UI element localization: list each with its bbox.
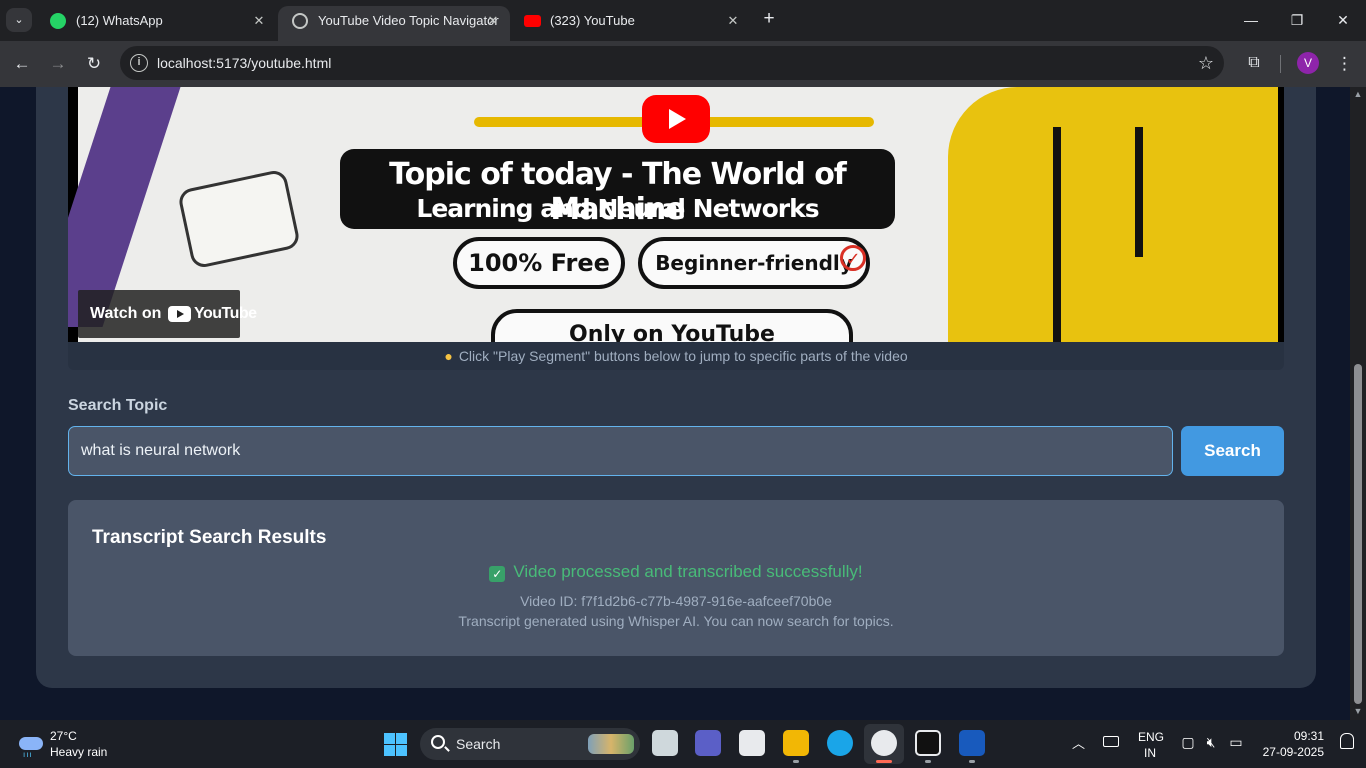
lightbulb-icon: ●: [444, 348, 453, 364]
profile-avatar[interactable]: V: [1297, 52, 1319, 74]
youtube-logo-icon: [168, 306, 191, 322]
results-title: Transcript Search Results: [92, 527, 327, 548]
toolbar-divider: [1280, 55, 1281, 73]
address-url[interactable]: localhost:5173/youtube.html: [157, 46, 331, 80]
close-tab-icon[interactable]: ✕: [484, 6, 502, 35]
back-button[interactable]: ←: [10, 52, 34, 76]
weather-rain-icon[interactable]: ııı: [17, 731, 45, 759]
display-icon[interactable]: ▢: [1180, 734, 1196, 750]
browser-tab-strip: ⌄ (12) WhatsApp ✕ YouTube Video Topic Na…: [0, 0, 1366, 41]
close-tab-icon[interactable]: ✕: [724, 6, 742, 35]
search-highlight-image: [588, 734, 634, 754]
browser-menu-icon[interactable]: ⋮: [1336, 52, 1353, 76]
taskbar-search-box[interactable]: Search: [420, 728, 640, 760]
weather-temperature[interactable]: 27°C: [50, 729, 77, 743]
close-window-button[interactable]: ✕: [1320, 0, 1366, 40]
teams-icon[interactable]: [695, 730, 721, 756]
success-check-icon: ✓: [489, 566, 506, 582]
transcript-results-panel: Transcript Search Results ✓ Video process…: [68, 500, 1284, 656]
tab-youtube[interactable]: (323) YouTube ✕: [510, 6, 750, 41]
clock-time[interactable]: 09:31: [1266, 729, 1324, 743]
tab-youtube-navigator[interactable]: YouTube Video Topic Navigator ✕: [278, 6, 510, 41]
tab-whatsapp[interactable]: (12) WhatsApp ✕: [36, 6, 276, 41]
minimize-window-button[interactable]: —: [1228, 0, 1274, 40]
windows-taskbar: ııı 27°C Heavy rain Search ︿ ENG IN ▢ 🔇︎…: [0, 720, 1366, 768]
search-topic-input[interactable]: what is neural network: [68, 426, 1173, 476]
edge-icon[interactable]: [827, 730, 853, 756]
page-viewport: Topic of today - The World of Machine Le…: [0, 87, 1350, 720]
volume-muted-icon[interactable]: 🔇︎: [1203, 734, 1219, 750]
weather-description[interactable]: Heavy rain: [50, 745, 107, 759]
tab-title: (12) WhatsApp: [76, 13, 163, 28]
tab-title: (323) YouTube: [550, 13, 635, 28]
battery-icon[interactable]: ▭: [1228, 734, 1244, 750]
search-icon: [431, 735, 445, 749]
close-tab-icon[interactable]: ✕: [250, 6, 268, 35]
taskbar-search-label: Search: [456, 736, 501, 752]
play-icon: [669, 109, 686, 129]
extensions-icon[interactable]: ⧉: [1243, 52, 1265, 74]
terminal-app-icon[interactable]: [915, 730, 941, 756]
region-indicator[interactable]: IN: [1144, 746, 1156, 760]
youtube-play-button[interactable]: [642, 95, 710, 143]
tab-search-menu-button[interactable]: ⌄: [6, 8, 32, 32]
search-button[interactable]: Search: [1181, 426, 1284, 476]
browser-toolbar: ← → ↻ i localhost:5173/youtube.html ☆ ⧉ …: [0, 41, 1366, 87]
keyboard-icon[interactable]: [1103, 736, 1119, 747]
globe-icon: [292, 13, 308, 29]
youtube-icon: [524, 15, 541, 27]
youtube-logo-text: YouTube: [194, 305, 257, 322]
address-bar[interactable]: i localhost:5173/youtube.html ☆: [120, 46, 1224, 80]
site-info-icon[interactable]: i: [130, 54, 148, 72]
badge-only-youtube: Only on YouTube: [491, 309, 853, 342]
search-topic-label: Search Topic: [68, 397, 168, 414]
thumbnail-topic-line2: Learning and Neural Networks: [416, 194, 819, 223]
whatsapp-icon: [50, 13, 66, 29]
youtube-embed[interactable]: Topic of today - The World of Machine Le…: [68, 87, 1284, 342]
new-tab-button[interactable]: +: [758, 8, 780, 32]
robot-illustration: [176, 168, 302, 270]
tray-overflow-icon[interactable]: ︿: [1072, 733, 1085, 752]
presenter-photo: [948, 87, 1278, 342]
transcript-note: Transcript generated using Whisper AI. Y…: [458, 613, 894, 629]
language-indicator[interactable]: ENG: [1138, 730, 1164, 744]
restore-window-button[interactable]: ❐: [1274, 0, 1320, 40]
thumbnail-topic-box: Topic of today - The World of Machine Le…: [340, 149, 895, 229]
chrome-icon[interactable]: [871, 730, 897, 756]
task-view-icon[interactable]: [652, 730, 678, 756]
windows-start-icon[interactable]: [384, 733, 407, 756]
watch-on-label: Watch on: [90, 305, 162, 322]
scroll-down-arrow-icon[interactable]: ▼: [1350, 706, 1366, 718]
scroll-up-arrow-icon[interactable]: ▲: [1350, 89, 1366, 101]
watch-on-youtube-button[interactable]: Watch on YouTube: [78, 290, 257, 338]
reload-button[interactable]: ↻: [82, 52, 106, 76]
video-id-text: Video ID: f7f1d2b6-c77b-4987-916e-aafcee…: [520, 593, 832, 609]
badge-beginner: Beginner-friendly: [638, 237, 870, 289]
clock-date[interactable]: 27-09-2025: [1254, 745, 1324, 759]
forward-button[interactable]: →: [46, 52, 70, 76]
badge-free: 100% Free: [453, 237, 625, 289]
word-icon[interactable]: [959, 730, 985, 756]
file-explorer-icon[interactable]: [783, 730, 809, 756]
success-message: ✓ Video processed and transcribed success…: [68, 562, 1284, 582]
bookmark-star-icon[interactable]: ☆: [1198, 46, 1214, 80]
microsoft-store-icon[interactable]: [739, 730, 765, 756]
scrollbar-thumb[interactable]: [1354, 364, 1362, 704]
notification-bell-icon[interactable]: [1340, 733, 1354, 749]
hoodie-string: [1135, 127, 1143, 257]
page-scrollbar[interactable]: ▲ ▼: [1350, 87, 1366, 720]
video-hint-bar: ● Click "Play Segment" buttons below to j…: [68, 342, 1284, 370]
checkmark-icon: ✓: [840, 245, 866, 271]
tab-title: YouTube Video Topic Navigator: [318, 13, 499, 28]
video-hint: ● Click "Play Segment" buttons below to j…: [444, 348, 908, 364]
hoodie-string: [1053, 127, 1061, 342]
